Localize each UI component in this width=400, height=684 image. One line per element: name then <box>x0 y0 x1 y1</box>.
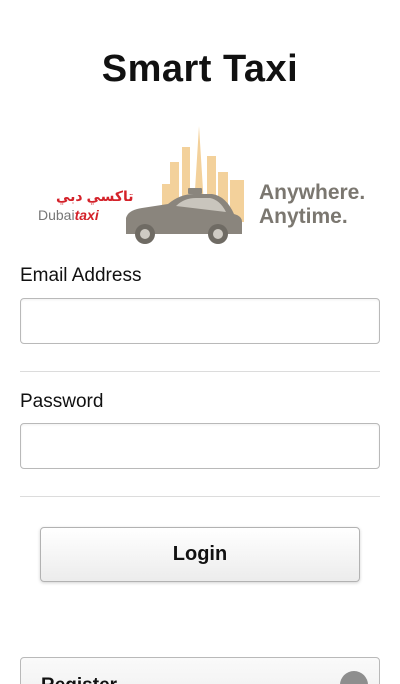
brand-latin-text: Dubaitaxi <box>38 207 99 223</box>
page-title: Smart Taxi <box>101 48 299 90</box>
register-button[interactable]: Register <box>20 657 380 684</box>
login-screen: Smart Taxi تاكسي دبي Dubaitaxi Anywhere.… <box>0 0 400 684</box>
tagline-line-1: Anywhere. <box>259 181 366 204</box>
password-field[interactable] <box>20 423 380 469</box>
password-label: Password <box>20 391 104 412</box>
divider <box>20 496 380 497</box>
brand-arabic-text: تاكسي دبي <box>56 188 134 204</box>
login-button[interactable]: Login <box>40 527 360 582</box>
email-label: Email Address <box>20 265 142 286</box>
divider <box>20 371 380 372</box>
email-field[interactable] <box>20 298 380 344</box>
brand-latin-suffix: taxi <box>74 207 99 223</box>
tagline-line-2: Anytime. <box>259 205 348 228</box>
chevron-right-icon <box>340 671 368 684</box>
brand-latin-prefix: Dubai <box>38 207 75 223</box>
register-label: Register <box>41 675 117 684</box>
tagline: Anywhere. Anytime. <box>259 181 365 229</box>
